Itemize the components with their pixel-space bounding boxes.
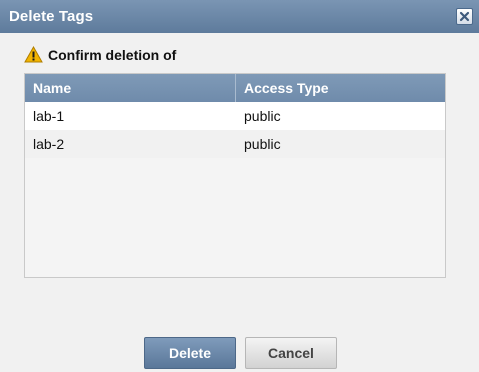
dialog-titlebar: Delete Tags bbox=[0, 0, 479, 33]
close-icon[interactable] bbox=[456, 8, 473, 25]
column-header-access-type[interactable]: Access Type bbox=[236, 74, 445, 102]
table-row[interactable]: lab-1 public bbox=[25, 102, 445, 130]
cell-access-type: public bbox=[244, 136, 281, 152]
cell-name: lab-1 bbox=[33, 108, 65, 124]
cell-name: lab-2 bbox=[33, 136, 65, 152]
column-header-name[interactable]: Name bbox=[25, 74, 236, 102]
cancel-button[interactable]: Cancel bbox=[245, 337, 337, 369]
delete-button[interactable]: Delete bbox=[144, 337, 236, 369]
tags-table: Name Access Type lab-1 public lab-2 publ… bbox=[24, 73, 446, 278]
confirm-text: Confirm deletion of bbox=[48, 47, 177, 63]
table-header: Name Access Type bbox=[25, 74, 445, 102]
dialog-title: Delete Tags bbox=[9, 8, 94, 25]
warning-icon bbox=[24, 46, 43, 63]
cell-access-type: public bbox=[244, 108, 281, 124]
table-row[interactable]: lab-2 public bbox=[25, 130, 445, 158]
delete-tags-dialog: Delete Tags Confirm deletion of Name Acc… bbox=[0, 0, 479, 372]
